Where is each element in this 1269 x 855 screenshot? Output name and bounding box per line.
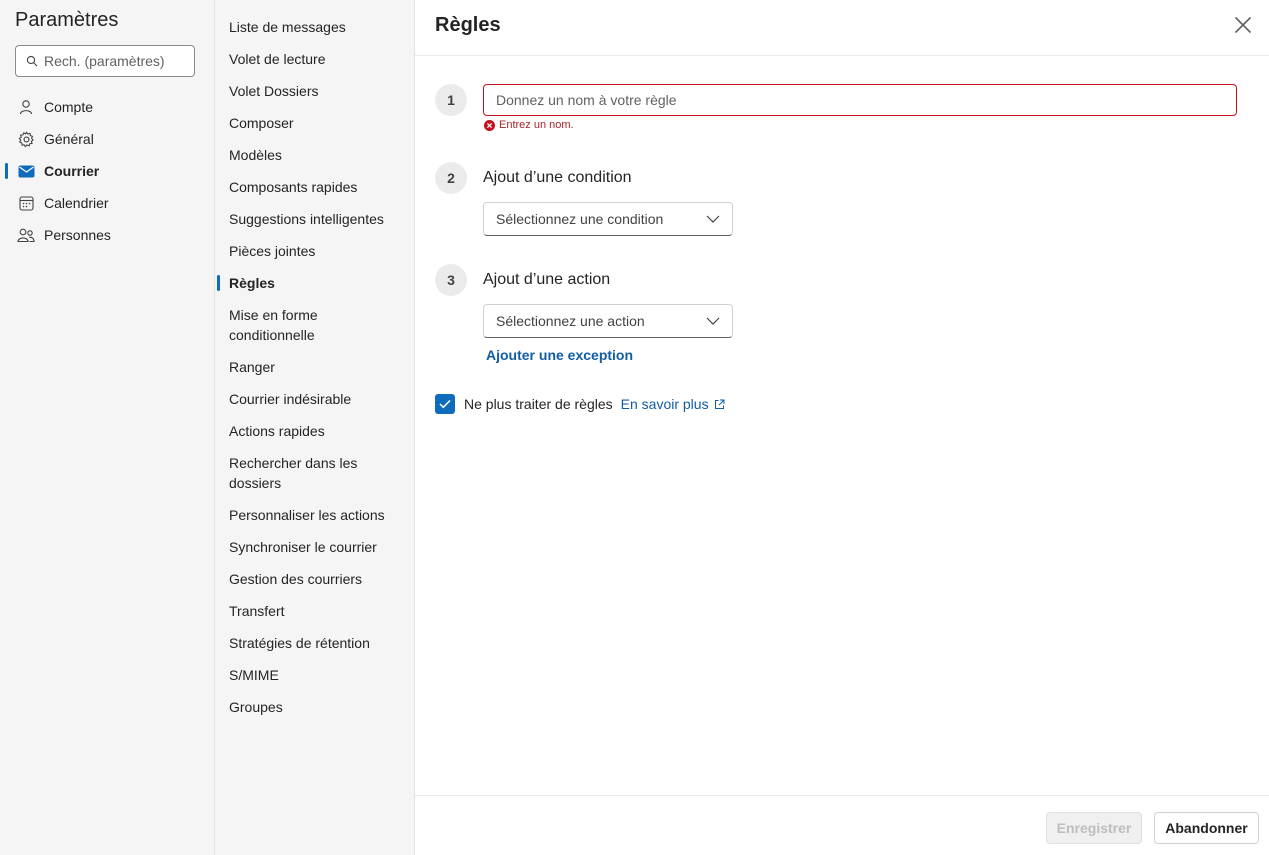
nav-item-liste-de-messages[interactable]: Liste de messages (215, 11, 414, 43)
people-icon (17, 226, 35, 244)
checkmark-icon (439, 399, 451, 409)
nav-item-transfert[interactable]: Transfert (215, 595, 414, 627)
mail-icon (17, 162, 35, 180)
stop-processing-checkbox[interactable] (435, 394, 455, 414)
condition-dropdown[interactable]: Sélectionnez une condition (483, 202, 733, 236)
chevron-down-icon (706, 317, 720, 325)
step-1-badge: 1 (435, 84, 467, 116)
chevron-down-icon (706, 215, 720, 223)
category-list: Compte Général Courrier Calendrier Perso… (0, 91, 214, 251)
rules-header: Règles (415, 0, 1269, 56)
category-label: Personnes (44, 227, 111, 243)
category-item-courrier[interactable]: Courrier (0, 155, 214, 187)
person-icon (17, 98, 35, 116)
learn-more-label: En savoir plus (620, 396, 709, 412)
nav-item-suggestions-intelligentes[interactable]: Suggestions intelligentes (215, 203, 414, 235)
category-label: Calendrier (44, 195, 109, 211)
settings-search-box[interactable] (15, 45, 195, 77)
category-label: Courrier (44, 163, 100, 179)
mail-settings-pane: Liste de messages Volet de lecture Volet… (215, 0, 415, 855)
nav-item-mise-en-forme-conditionnelle[interactable]: Mise en forme conditionnelle (215, 299, 414, 351)
nav-item-groupes[interactable]: Groupes (215, 691, 414, 723)
step-3-badge: 3 (435, 264, 467, 296)
nav-item-strategies-de-retention[interactable]: Stratégies de rétention (215, 627, 414, 659)
nav-item-modeles[interactable]: Modèles (215, 139, 414, 171)
rules-editor-pane: Règles 1 Entrez un nom. 2 Ajout d’une co… (415, 0, 1269, 855)
nav-item-courrier-indesirable[interactable]: Courrier indésirable (215, 383, 414, 415)
error-icon (484, 119, 495, 131)
settings-nav-pane: Paramètres Compte Général Courrier (0, 0, 215, 855)
condition-heading: Ajout d’une condition (483, 169, 632, 186)
search-icon (26, 55, 38, 67)
nav-item-ranger[interactable]: Ranger (215, 351, 414, 383)
category-item-personnes[interactable]: Personnes (0, 219, 214, 251)
error-message: Entrez un nom. (499, 119, 574, 131)
rules-footer: Enregistrer Abandonner (415, 795, 1269, 855)
category-item-calendrier[interactable]: Calendrier (0, 187, 214, 219)
stop-processing-row: Ne plus traiter de règles En savoir plus (435, 394, 725, 414)
nav-item-volet-dossiers[interactable]: Volet Dossiers (215, 75, 414, 107)
save-button[interactable]: Enregistrer (1046, 812, 1142, 844)
cancel-button[interactable]: Abandonner (1154, 812, 1259, 844)
nav-item-gestion-des-courriers[interactable]: Gestion des courriers (215, 563, 414, 595)
action-dropdown-value: Sélectionnez une action (496, 313, 645, 329)
action-heading: Ajout d’une action (483, 271, 611, 288)
nav-item-pieces-jointes[interactable]: Pièces jointes (215, 235, 414, 267)
condition-dropdown-value: Sélectionnez une condition (496, 211, 664, 227)
category-label: Général (44, 131, 94, 147)
rule-name-input[interactable] (483, 84, 1237, 116)
nav-item-regles[interactable]: Règles (215, 267, 414, 299)
settings-search-input[interactable] (44, 53, 184, 69)
nav-item-composer[interactable]: Composer (215, 107, 414, 139)
action-dropdown[interactable]: Sélectionnez une action (483, 304, 733, 338)
calendar-icon (17, 194, 35, 212)
nav-item-composants-rapides[interactable]: Composants rapides (215, 171, 414, 203)
nav-item-synchroniser-le-courrier[interactable]: Synchroniser le courrier (215, 531, 414, 563)
mail-settings-list: Liste de messages Volet de lecture Volet… (215, 11, 414, 723)
nav-item-rechercher-dans-les-dossiers[interactable]: Rechercher dans les dossiers (215, 447, 414, 499)
category-item-compte[interactable]: Compte (0, 91, 214, 123)
category-item-general[interactable]: Général (0, 123, 214, 155)
category-label: Compte (44, 99, 94, 115)
gear-icon (17, 130, 35, 148)
rule-name-error: Entrez un nom. (484, 119, 574, 131)
close-button[interactable] (1232, 14, 1254, 36)
settings-title: Paramètres (15, 9, 119, 31)
close-icon (1234, 16, 1252, 34)
external-link-icon (714, 399, 725, 409)
page-title: Règles (435, 14, 501, 36)
nav-item-actions-rapides[interactable]: Actions rapides (215, 415, 414, 447)
add-exception-link[interactable]: Ajouter une exception (486, 347, 633, 363)
stop-processing-label: Ne plus traiter de règles (464, 396, 613, 412)
step-2-badge: 2 (435, 162, 467, 194)
nav-item-smime[interactable]: S/MIME (215, 659, 414, 691)
learn-more-link[interactable]: En savoir plus (621, 396, 725, 412)
nav-item-personnaliser-les-actions[interactable]: Personnaliser les actions (215, 499, 414, 531)
nav-item-volet-de-lecture[interactable]: Volet de lecture (215, 43, 414, 75)
